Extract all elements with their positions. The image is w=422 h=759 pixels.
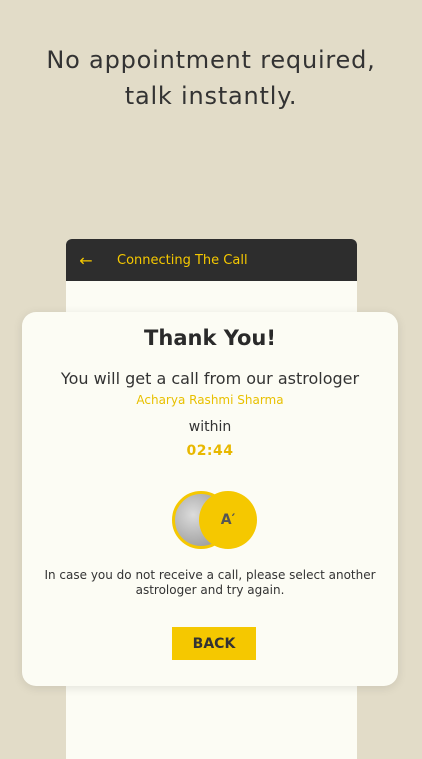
back-button[interactable]: BACK: [172, 627, 256, 660]
arrow-left-icon[interactable]: ←: [66, 251, 106, 270]
within-label: within: [188, 419, 232, 435]
promo-headline-line-2: talk instantly.: [124, 82, 298, 110]
app-bar-title: Connecting The Call: [117, 252, 248, 268]
call-message: You will get a call from our astrologer: [60, 369, 360, 388]
app-bar: ← Connecting The Call: [66, 239, 357, 281]
astrologer-avatar: A′: [199, 491, 257, 549]
retry-info-text: In case you do not receive a call, pleas…: [44, 568, 376, 597]
thank-you-dialog: Thank You! You will get a call from our …: [22, 312, 398, 686]
dialog-title: Thank You!: [144, 326, 276, 350]
promo-headline: No appointment required, talk instantly.: [0, 42, 422, 114]
call-avatars: A′: [172, 491, 258, 549]
promo-headline-line-1: No appointment required,: [46, 46, 376, 74]
astrologer-name: Acharya Rashmi Sharma: [136, 393, 284, 407]
countdown-timer: 02:44: [186, 443, 234, 459]
astrologer-logo-icon: A′: [220, 512, 236, 528]
